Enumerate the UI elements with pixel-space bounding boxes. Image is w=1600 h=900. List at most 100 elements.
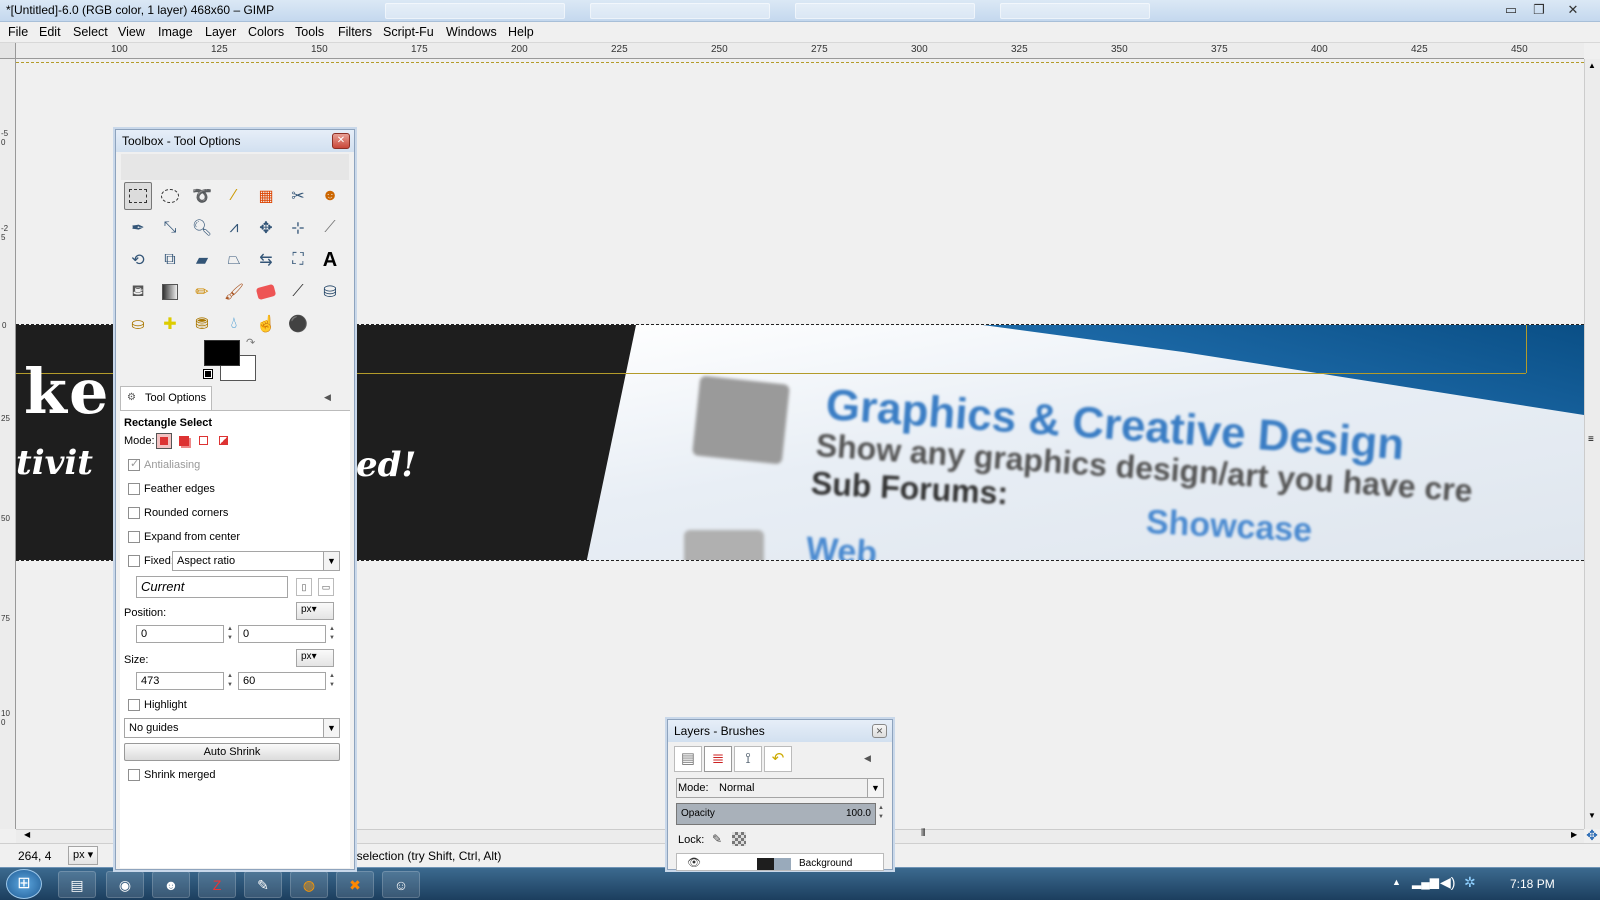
chrome-taskbar-icon[interactable]: ◉ — [106, 871, 144, 898]
undo-history-tab-icon[interactable]: ↶ — [764, 746, 792, 772]
menu-layer[interactable]: Layer — [205, 25, 236, 39]
scroll-grip-icon[interactable]: ⦀ — [921, 828, 925, 839]
vertical-scrollbar[interactable]: ▲ ≡ ▼ — [1584, 59, 1600, 829]
heal-tool-icon[interactable]: ✚ — [156, 310, 184, 338]
eraser-tool-icon[interactable] — [252, 278, 280, 306]
feather-edges-checkbox[interactable] — [128, 483, 140, 495]
menu-windows[interactable]: Windows — [446, 25, 497, 39]
notepad-taskbar-icon[interactable]: ✎ — [244, 871, 282, 898]
scroll-left-arrow-icon[interactable]: ◀ — [24, 830, 30, 839]
layers-close-button[interactable]: ✕ — [872, 724, 887, 738]
pencil-tool-icon[interactable]: ✏ — [188, 278, 216, 306]
paths-tool-icon[interactable]: ✒ — [124, 214, 152, 242]
fuzzy-select-tool-icon[interactable]: ⁄ — [220, 182, 248, 210]
swap-colors-icon[interactable]: ↷ — [246, 336, 255, 349]
position-x-input[interactable]: 0 — [136, 625, 224, 643]
foreground-color-swatch[interactable] — [204, 340, 240, 366]
crop-tool-icon[interactable]: ⟋ — [316, 214, 344, 242]
rect-select-tool-icon[interactable] — [124, 182, 152, 210]
flip-tool-icon[interactable]: ⇆ — [252, 246, 280, 274]
tray-app-icon[interactable]: ✲ — [1464, 874, 1476, 891]
horizontal-ruler[interactable]: 100 125 150 175 200 225 250 275 300 325 … — [16, 43, 1584, 59]
highlight-checkbox[interactable] — [128, 699, 140, 711]
opacity-spinner-icon[interactable]: ▲ ▼ — [877, 804, 885, 826]
fixed-checkbox[interactable] — [128, 555, 140, 567]
layer-mode-select[interactable]: Normal ▼ — [676, 778, 884, 798]
vertical-ruler[interactable]: -50 -25 0 25 50 75 100 — [0, 59, 16, 829]
position-y-spinner-icon[interactable]: ▲ ▼ — [328, 625, 336, 643]
channels-tab-icon[interactable]: ≣ — [704, 746, 732, 772]
network-icon[interactable]: ▂▄▆ — [1412, 875, 1439, 889]
mode-subtract-icon[interactable] — [196, 433, 212, 449]
position-y-input[interactable]: 0 — [238, 625, 326, 643]
text-tool-icon[interactable]: A — [316, 246, 344, 274]
xampp-taskbar-icon[interactable]: ✖ — [336, 871, 374, 898]
menu-help[interactable]: Help — [508, 25, 534, 39]
fixed-mode-select[interactable]: Aspect ratio ▼ — [172, 551, 340, 571]
shrink-merged-checkbox[interactable] — [128, 769, 140, 781]
menu-script-fu[interactable]: Script-Fu — [383, 25, 434, 39]
antialiasing-checkbox[interactable] — [128, 457, 140, 471]
size-unit-select[interactable]: px▾ — [296, 649, 334, 667]
start-button[interactable]: ⊞ — [6, 869, 42, 899]
size-height-spinner-icon[interactable]: ▲ ▼ — [328, 672, 336, 690]
volume-icon[interactable]: ◀) — [1440, 874, 1455, 891]
mode-intersect-icon[interactable] — [216, 433, 232, 449]
lock-pixels-icon[interactable]: ✎ — [712, 832, 722, 846]
rounded-corners-checkbox[interactable] — [128, 507, 140, 519]
close-button[interactable]: ✕ — [1560, 1, 1586, 19]
cage-tool-icon[interactable]: ⛶ — [284, 246, 312, 274]
blur-tool-icon[interactable]: 💧︎ — [220, 310, 248, 338]
perspective-tool-icon[interactable]: ⏢ — [220, 246, 248, 274]
color-picker-tool-icon[interactable]: ⤡ — [156, 214, 184, 242]
firefox-taskbar-icon[interactable]: ◍ — [290, 871, 328, 898]
filezilla-taskbar-icon[interactable]: Z — [198, 871, 236, 898]
tab-menu-icon[interactable]: ◀ — [864, 753, 871, 764]
scissors-tool-icon[interactable]: ✂ — [284, 182, 312, 210]
opacity-slider[interactable]: Opacity 100.0 — [676, 803, 876, 825]
scale-tool-icon[interactable]: ⧉ — [156, 246, 184, 274]
restore-button[interactable]: ❐ — [1526, 1, 1552, 19]
mode-replace-icon[interactable] — [156, 433, 172, 449]
measure-tool-icon[interactable]: ⩘ — [220, 214, 248, 242]
align-tool-icon[interactable]: ⊹ — [284, 214, 312, 242]
ink-tool-icon[interactable]: ⛁ — [316, 278, 344, 306]
navigate-icon[interactable]: ✥ — [1584, 827, 1600, 843]
tab-menu-icon[interactable]: ◀ — [324, 392, 331, 403]
move-tool-icon[interactable]: ✥ — [252, 214, 280, 242]
shear-tool-icon[interactable]: ▰ — [188, 246, 216, 274]
default-colors-icon[interactable] — [203, 369, 213, 379]
free-select-tool-icon[interactable]: ➰ — [188, 182, 216, 210]
menu-image[interactable]: Image — [158, 25, 193, 39]
smudge-tool-icon[interactable]: ☝ — [252, 310, 280, 338]
scroll-down-arrow-icon[interactable]: ▼ — [1588, 811, 1596, 820]
expand-from-center-checkbox[interactable] — [128, 531, 140, 543]
menu-file[interactable]: File — [8, 25, 28, 39]
paintbrush-tool-icon[interactable]: 🖌︎ — [220, 278, 248, 306]
fixed-value-entry[interactable]: Current — [136, 576, 288, 598]
gimp-taskbar-icon[interactable]: ☻ — [152, 871, 190, 898]
taskbar-clock[interactable]: 7:18 PM — [1510, 877, 1555, 891]
guides-select[interactable]: No guides ▼ — [124, 718, 340, 738]
tool-options-tab[interactable]: ⚙ Tool Options — [120, 386, 212, 410]
toolbox-close-button[interactable]: ✕ — [332, 133, 350, 149]
zoom-tool-icon[interactable]: 🔍︎ — [188, 214, 216, 242]
size-height-input[interactable]: 60 — [238, 672, 326, 690]
blend-tool-icon[interactable] — [156, 278, 184, 306]
ellipse-select-tool-icon[interactable] — [156, 182, 184, 210]
unit-selector[interactable]: px ▾ — [68, 846, 99, 865]
layers-title-bar[interactable]: Layers - Brushes ✕ — [668, 720, 892, 742]
scroll-grip-icon[interactable]: ≡ — [1588, 434, 1594, 445]
lock-alpha-icon[interactable] — [732, 832, 746, 846]
landscape-icon[interactable]: ▭ — [318, 578, 334, 596]
rotate-tool-icon[interactable]: ⟲ — [124, 246, 152, 274]
perspective-clone-tool-icon[interactable]: ⛃ — [188, 310, 216, 338]
app-taskbar-icon[interactable]: ☺ — [382, 871, 420, 898]
explorer-taskbar-icon[interactable]: ▤ — [58, 871, 96, 898]
size-width-input[interactable]: 473 — [136, 672, 224, 690]
menu-edit[interactable]: Edit — [39, 25, 61, 39]
eye-icon[interactable]: 👁︎ — [687, 856, 701, 869]
bucket-fill-tool-icon[interactable]: ⛾ — [124, 278, 152, 306]
layers-tab-icon[interactable]: ▤ — [674, 746, 702, 772]
position-unit-select[interactable]: px▾ — [296, 602, 334, 620]
